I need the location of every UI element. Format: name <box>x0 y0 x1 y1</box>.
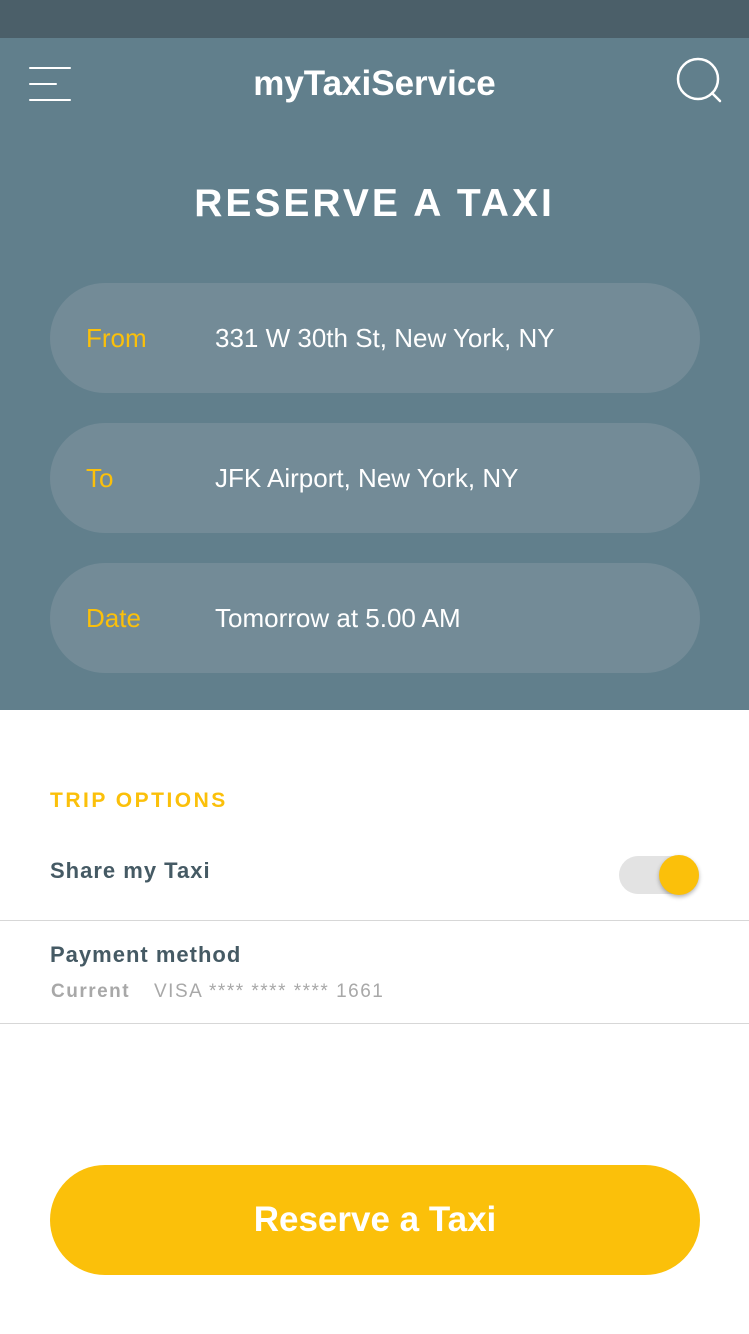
app-title: myTaxiService <box>253 64 496 103</box>
share-taxi-toggle[interactable] <box>619 854 701 896</box>
from-field[interactable]: From 331 W 30th St, New York, NY <box>50 283 700 393</box>
payment-method-label[interactable]: Payment method <box>50 940 241 970</box>
to-value: JFK Airport, New York, NY <box>215 463 519 493</box>
from-value: 331 W 30th St, New York, NY <box>215 323 555 353</box>
date-value: Tomorrow at 5.00 AM <box>215 603 461 633</box>
reserve-taxi-screen: myTaxiService RESERVE A TAXI From 331 W … <box>0 0 749 1334</box>
to-field[interactable]: To JFK Airport, New York, NY <box>50 423 700 533</box>
page-title: RESERVE A TAXI <box>194 182 555 225</box>
status-bar <box>0 0 749 38</box>
payment-card-value: VISA **** **** **** 1661 <box>154 981 385 1002</box>
reserve-taxi-button[interactable]: Reserve a Taxi <box>50 1165 700 1275</box>
trip-options-heading: TRIP OPTIONS <box>50 789 228 812</box>
toggle-knob <box>659 855 699 895</box>
divider <box>0 920 749 921</box>
payment-current-label: Current <box>51 981 131 1002</box>
date-field[interactable]: Date Tomorrow at 5.00 AM <box>50 563 700 673</box>
from-label: From <box>86 323 147 353</box>
divider <box>0 1023 749 1024</box>
date-label: Date <box>86 603 141 633</box>
to-label: To <box>86 463 114 493</box>
share-taxi-label: Share my Taxi <box>50 858 211 883</box>
search-icon[interactable] <box>675 56 725 106</box>
